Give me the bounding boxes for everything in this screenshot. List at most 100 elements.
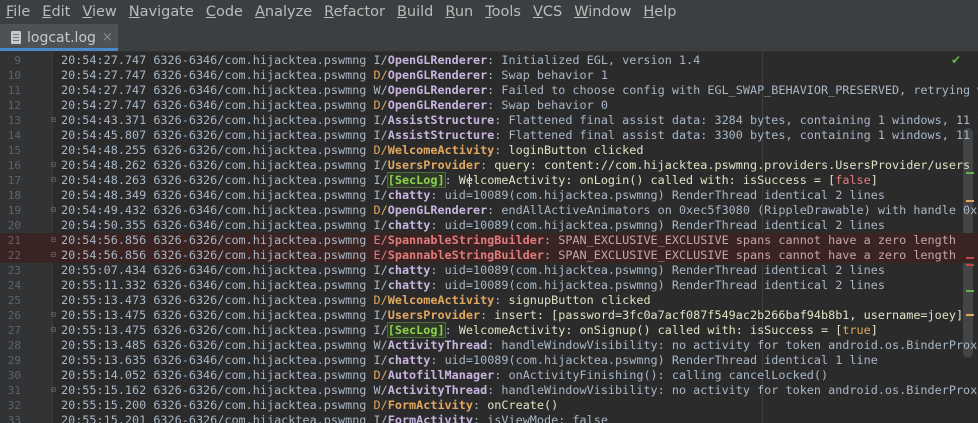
- log-text: 20:55:15.200 6326-6326/com.hijacktea.psw…: [61, 398, 559, 412]
- fold-marker-icon[interactable]: ⊟: [51, 236, 58, 244]
- log-tag: OpenGLRenderer: [387, 203, 488, 217]
- log-line[interactable]: 28 20:55:13.485 6326-6326/com.hijacktea.p…: [0, 338, 978, 353]
- log-line[interactable]: 12 20:54:27.747 6326-6346/com.hijacktea.p…: [0, 98, 978, 113]
- fold-marker-icon[interactable]: ⊟: [51, 206, 58, 214]
- fold-marker-icon[interactable]: ⊟: [51, 161, 58, 169]
- log-line[interactable]: 10 20:54:27.747 6326-6346/com.hijacktea.p…: [0, 68, 978, 83]
- tab-label: logcat.log: [27, 29, 96, 46]
- log-message: endAllActiveAnimators on 0xec5f3080 (Rip…: [501, 203, 978, 217]
- line-number: 12: [7, 99, 21, 112]
- scrollbar-marker[interactable]: [966, 314, 974, 316]
- line-number: 29: [7, 354, 21, 367]
- fold-marker-icon[interactable]: ⊟: [51, 326, 58, 334]
- line-number: 22: [7, 249, 21, 262]
- close-icon[interactable]: ×: [102, 30, 113, 45]
- log-line[interactable]: 30 20:55:14.052 6326-6346/com.hijacktea.p…: [0, 368, 978, 383]
- log-line[interactable]: 16 ⊟ 20:54:48.262 6326-6326/com.hijacktea.…: [0, 158, 978, 173]
- scrollbar-marker[interactable]: [966, 172, 974, 174]
- log-line[interactable]: 15 20:54:48.255 6326-6326/com.hijacktea.p…: [0, 143, 978, 158]
- log-text: 20:54:48.262 6326-6326/com.hijacktea.psw…: [61, 158, 971, 172]
- log-tag: OpenGLRenderer: [387, 98, 488, 112]
- log-text: 20:54:45.807 6326-6326/com.hijacktea.psw…: [61, 128, 978, 143]
- log-line[interactable]: 11 20:54:27.747 6326-6346/com.hijacktea.p…: [0, 83, 978, 98]
- line-number: 19: [7, 204, 21, 217]
- log-line[interactable]: 26 ⊟ 20:55:13.475 6326-6326/com.hijacktea.…: [0, 308, 978, 323]
- log-line[interactable]: 21 ⊟ 20:54:56.856 6326-6326/com.hijacktea.…: [0, 233, 978, 248]
- log-line[interactable]: 13 ⊟ 20:54:43.371 6326-6326/com.hijacktea.…: [0, 113, 978, 128]
- log-line[interactable]: 32 20:55:15.200 6326-6326/com.hijacktea.p…: [0, 398, 978, 413]
- log-text: 20:54:27.747 6326-6346/com.hijacktea.psw…: [61, 83, 978, 98]
- menu-view[interactable]: View: [76, 0, 122, 24]
- log-message: insert: [password=3fc0a7acf087f549ac2b26…: [494, 308, 964, 322]
- tab-logcat-log[interactable]: logcat.log ×: [0, 24, 118, 51]
- scrollbar-marker[interactable]: [966, 264, 974, 266]
- log-message: Flattened final assist data: 3284 bytes,…: [508, 113, 978, 127]
- fold-marker-icon[interactable]: ⊟: [51, 176, 58, 184]
- line-number: 13: [7, 114, 21, 127]
- menu-run[interactable]: Run: [439, 0, 479, 24]
- fold-marker-icon[interactable]: ⊟: [51, 116, 58, 124]
- fold-marker-icon[interactable]: ⊟: [51, 251, 58, 259]
- menu-build[interactable]: Build: [391, 0, 439, 24]
- menu-code[interactable]: Code: [200, 0, 249, 24]
- line-number: 25: [7, 294, 21, 307]
- menu-vcs[interactable]: VCS: [527, 0, 568, 24]
- line-number: 15: [7, 144, 21, 157]
- editor-area[interactable]: ✔ 9 20:54:27.747 6326-6346/com.hijacktea.…: [0, 52, 978, 423]
- menu-refactor[interactable]: Refactor: [318, 0, 391, 24]
- fold-marker-icon[interactable]: ⊟: [51, 386, 58, 394]
- log-text: 20:54:49.432 6326-6346/com.hijacktea.psw…: [61, 203, 978, 218]
- log-line[interactable]: 23 20:55:07.434 6326-6346/com.hijacktea.p…: [0, 263, 978, 278]
- log-line[interactable]: 31 ⊟ 20:55:15.162 6326-6326/com.hijacktea.…: [0, 383, 978, 398]
- menu-file[interactable]: File: [0, 0, 36, 24]
- line-number: 17: [7, 174, 21, 187]
- menu-navigate[interactable]: Navigate: [123, 0, 200, 24]
- log-text: 20:55:13.485 6326-6326/com.hijacktea.psw…: [61, 338, 978, 353]
- log-text: 20:54:50.355 6326-6346/com.hijacktea.psw…: [61, 218, 885, 232]
- log-text: 20:54:48.349 6326-6346/com.hijacktea.psw…: [61, 188, 885, 202]
- log-line[interactable]: 24 20:55:11.332 6326-6346/com.hijacktea.p…: [0, 278, 978, 293]
- log-message: uid=10089(com.hijacktea.pswmng) RenderTh…: [444, 353, 878, 367]
- log-line[interactable]: 18 20:54:48.349 6326-6346/com.hijacktea.p…: [0, 188, 978, 203]
- menu-analyze[interactable]: Analyze: [249, 0, 318, 24]
- log-text: 20:55:15.201 6326-6326/com.hijacktea.psw…: [61, 413, 608, 423]
- line-number: 33: [7, 414, 21, 423]
- log-message: onActivityFinishing(): calling cancelLoc…: [508, 368, 829, 382]
- log-tag: UsersProvider: [387, 158, 481, 172]
- line-number: 26: [7, 309, 21, 322]
- log-line[interactable]: 29 20:55:13.635 6326-6346/com.hijacktea.p…: [0, 353, 978, 368]
- log-text: 20:54:27.747 6326-6346/com.hijacktea.psw…: [61, 98, 608, 112]
- log-line[interactable]: 14 20:54:45.807 6326-6326/com.hijacktea.p…: [0, 128, 978, 143]
- menu-window[interactable]: Window: [568, 0, 637, 24]
- log-line[interactable]: 17 ⊟ 20:54:48.263 6326-6326/com.hijacktea.…: [0, 172, 978, 188]
- log-line[interactable]: 33 20:55:15.201 6326-6326/com.hijacktea.p…: [0, 413, 978, 423]
- log-tag: ActivityThread: [387, 338, 488, 352]
- menu-edit[interactable]: Edit: [36, 0, 76, 24]
- log-message: Flattened final assist data: 3300 bytes,…: [508, 128, 978, 142]
- log-line[interactable]: 25 20:55:13.473 6326-6326/com.hijacktea.p…: [0, 293, 978, 308]
- log-message: loginButton clicked: [508, 143, 644, 157]
- log-line[interactable]: 27 ⊟ 20:55:13.475 6326-6326/com.hijacktea.…: [0, 322, 978, 338]
- log-tag: FormActivity: [387, 413, 473, 423]
- fold-marker-icon[interactable]: ⊟: [51, 311, 58, 319]
- scrollbar-marker[interactable]: [966, 200, 974, 202]
- line-number: 27: [7, 324, 21, 337]
- log-text: 20:55:07.434 6326-6346/com.hijacktea.psw…: [61, 263, 885, 277]
- log-text: 20:55:13.475 6326-6326/com.hijacktea.psw…: [61, 308, 964, 322]
- scrollbar-marker[interactable]: [966, 257, 974, 259]
- log-message: WelcomeActivity: onSignup() called with:…: [458, 323, 878, 337]
- line-number: 10: [7, 69, 21, 82]
- menu-tools[interactable]: Tools: [479, 0, 527, 24]
- log-line[interactable]: 19 ⊟ 20:54:49.432 6326-6346/com.hijacktea.…: [0, 203, 978, 218]
- log-line[interactable]: 9 20:54:27.747 6326-6346/com.hijacktea.ps…: [0, 53, 978, 68]
- scrollbar-marker[interactable]: [966, 290, 974, 292]
- log-line[interactable]: 20 20:54:50.355 6326-6346/com.hijacktea.p…: [0, 218, 978, 233]
- log-tag: SpannableStringBuilder: [387, 248, 544, 262]
- log-text: 20:54:56.856 6326-6326/com.hijacktea.psw…: [61, 248, 956, 262]
- log-line[interactable]: 22 ⊟ 20:54:56.856 6326-6326/com.hijacktea.…: [0, 248, 978, 263]
- log-tag: chatty: [387, 218, 431, 232]
- menu-help[interactable]: Help: [637, 0, 682, 24]
- log-text: 20:55:14.052 6326-6346/com.hijacktea.psw…: [61, 368, 829, 382]
- line-number: 21: [7, 234, 21, 247]
- line-number: 28: [7, 339, 21, 352]
